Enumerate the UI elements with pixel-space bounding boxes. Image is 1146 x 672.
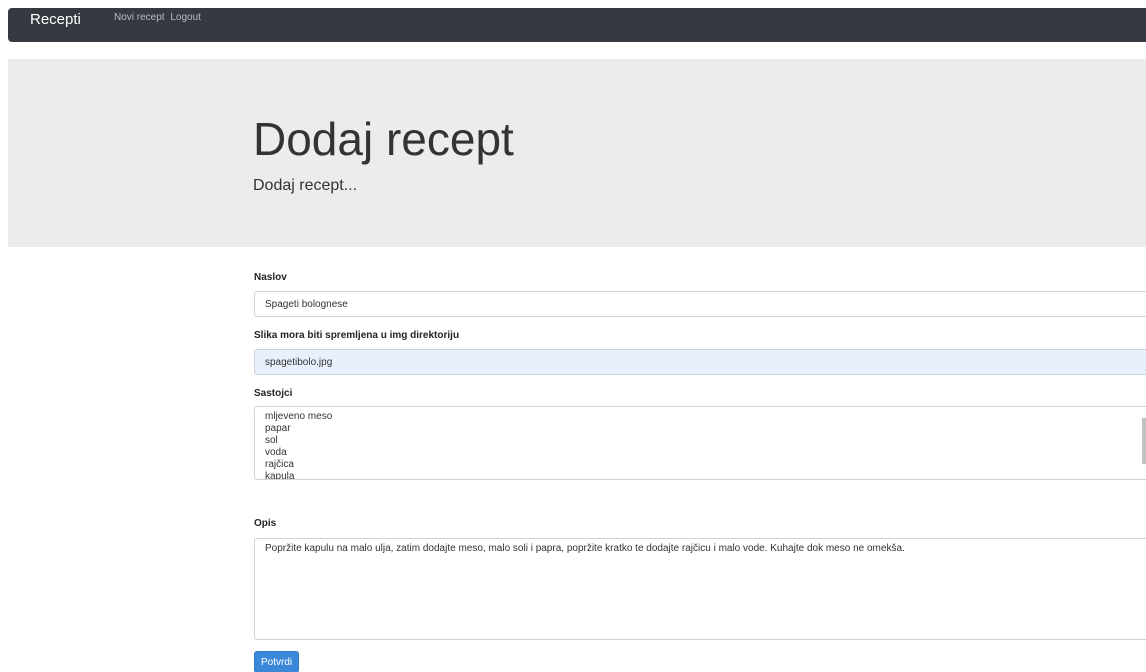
- page-title: Dodaj recept: [253, 113, 514, 165]
- nav-link-logout[interactable]: Logout: [170, 12, 201, 23]
- page: Recepti Novi recept Logout Dodaj recept …: [0, 0, 1146, 672]
- nav-links: Novi recept Logout: [114, 12, 204, 23]
- naslov-label: Naslov: [254, 272, 287, 283]
- opis-label: Opis: [254, 518, 277, 529]
- nav-link-novi-recept[interactable]: Novi recept: [114, 12, 165, 23]
- sastojci-label: Sastojci: [254, 388, 293, 399]
- sastojci-scrollbar[interactable]: [1142, 418, 1146, 464]
- sastojci-textarea[interactable]: mljeveno meso papar sol voda rajčica kap…: [254, 406, 1146, 480]
- sastojci-field-wrap: mljeveno meso papar sol voda rajčica kap…: [254, 406, 1146, 480]
- opis-textarea[interactable]: Popržite kapulu na malo ulja, zatim doda…: [254, 538, 1146, 640]
- slika-label: Slika mora biti spremljena u img direkto…: [254, 330, 460, 341]
- jumbotron: Dodaj recept Dodaj recept...: [8, 59, 1146, 247]
- page-subtitle: Dodaj recept...: [253, 177, 358, 194]
- submit-button[interactable]: Potvrdi: [254, 651, 300, 672]
- navbar: Recepti Novi recept Logout: [8, 8, 1146, 42]
- slika-input[interactable]: [254, 349, 1146, 375]
- brand-link[interactable]: Recepti: [30, 11, 81, 28]
- naslov-input[interactable]: [254, 291, 1146, 317]
